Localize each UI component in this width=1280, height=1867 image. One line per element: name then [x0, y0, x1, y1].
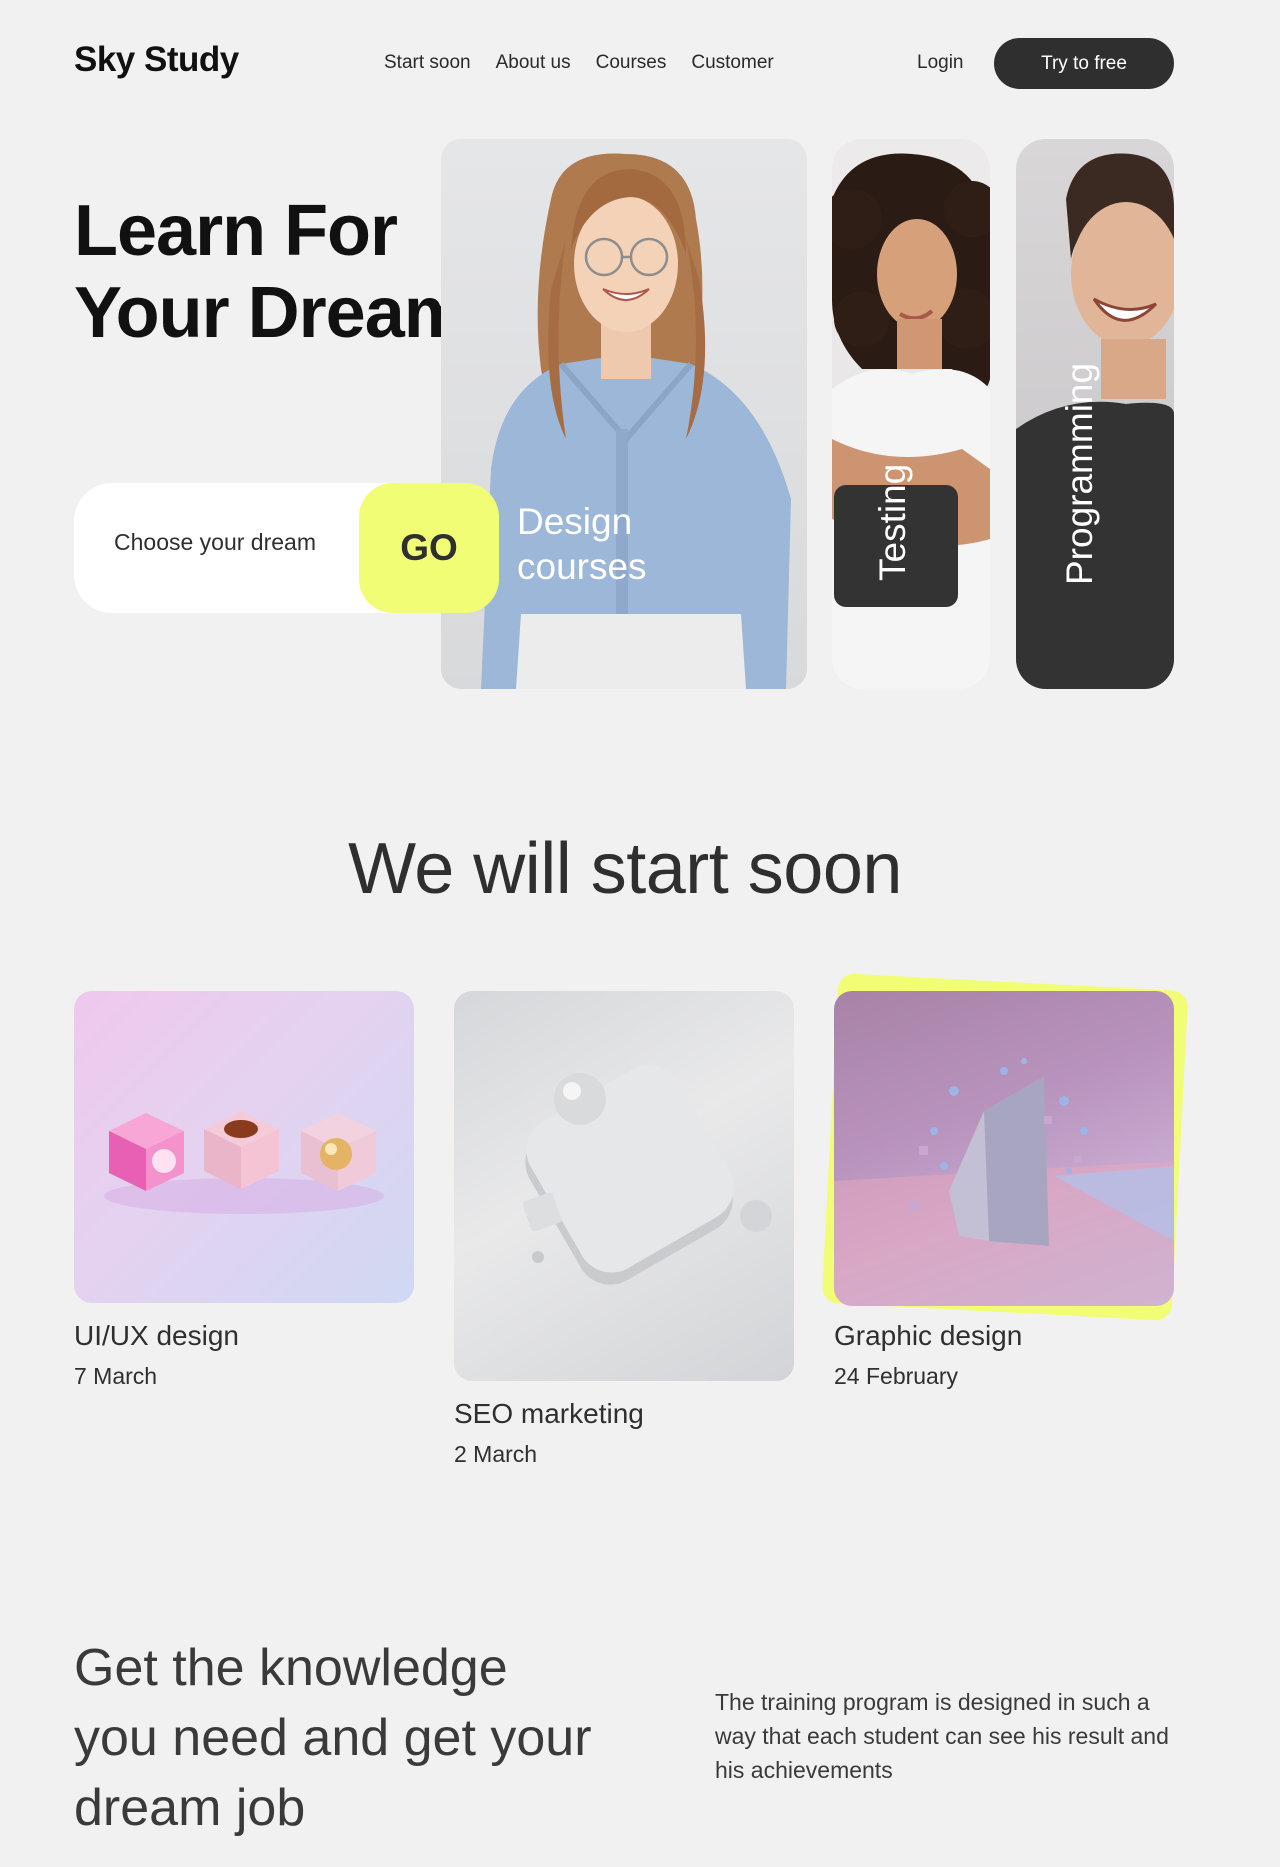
nav-start-soon[interactable]: Start soon	[384, 52, 471, 74]
woman-photo	[481, 153, 791, 689]
design-courses-label: Design courses	[517, 499, 717, 589]
main-nav: Start soon About us Courses Customer	[384, 52, 774, 74]
design-courses-card[interactable]: Design courses	[441, 139, 807, 689]
nav-courses[interactable]: Courses	[596, 52, 667, 74]
knowledge-title-line2: you need and get your	[74, 1709, 592, 1767]
uiux-course-name: UI/UX design	[74, 1320, 239, 1351]
prism-illustration	[834, 1058, 1174, 1306]
graphic-course-date: 24 February	[834, 1363, 959, 1389]
programming-label: Programming	[1059, 362, 1100, 585]
design-label-line1: Design	[517, 501, 633, 542]
knowledge-title-line3: dream job	[74, 1779, 306, 1837]
design-label-line2: courses	[517, 546, 647, 587]
knowledge-description: The training program is designed in such…	[715, 1689, 1169, 1783]
seo-course-name: SEO marketing	[454, 1398, 644, 1429]
knowledge-title-line1: Get the knowledge	[74, 1639, 508, 1697]
nav-customer[interactable]: Customer	[691, 52, 773, 74]
uiux-course-image	[74, 991, 414, 1303]
graphic-course-name: Graphic design	[834, 1320, 1023, 1351]
logo[interactable]: Sky Study	[74, 40, 239, 80]
seo-course-date: 2 March	[454, 1441, 538, 1467]
testing-card[interactable]: Testing	[832, 139, 990, 689]
seo-course-image	[454, 991, 794, 1381]
try-free-button[interactable]: Try to free	[994, 38, 1174, 89]
knowledge-title: Get the knowledge you need and get your …	[74, 1633, 674, 1843]
cubes-illustration	[104, 1111, 384, 1214]
go-button[interactable]: GO	[359, 483, 499, 613]
uiux-course-date: 7 March	[74, 1363, 158, 1389]
dream-search-input[interactable]	[114, 529, 374, 556]
login-link[interactable]: Login	[917, 52, 964, 74]
graphic-course-image	[834, 991, 1174, 1306]
programming-card[interactable]: Programming	[1016, 139, 1174, 689]
start-soon-title: We will start soon	[348, 829, 902, 909]
nav-about-us[interactable]: About us	[496, 52, 571, 74]
site-header: Sky Study Start soon About us Courses Cu…	[0, 0, 1280, 125]
cube-sphere-illustration	[522, 1065, 772, 1285]
testing-label: Testing	[872, 463, 913, 581]
